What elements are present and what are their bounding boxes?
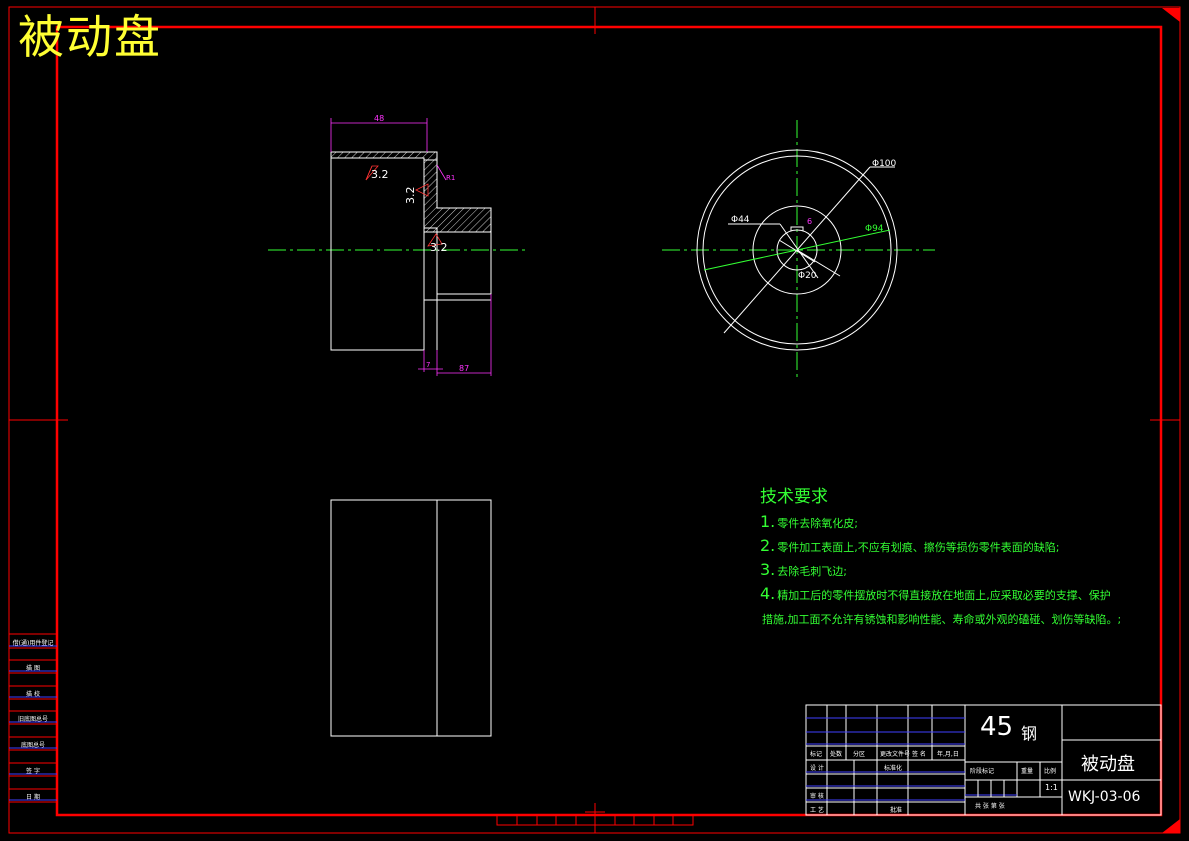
ratio-label: 比例 [1044, 768, 1057, 775]
row-label-date: 年,月,日 [937, 751, 959, 758]
section-view [268, 151, 525, 351]
process-label: 工 艺 [810, 807, 824, 814]
side-label: 描 校 [26, 691, 40, 698]
dim-d20: Φ20 [798, 271, 817, 281]
tech-requirements: 技术要求 1. 零件去除氧化皮; 2. 零件加工表面上,不应有划痕、擦伤等损伤零件表… [760, 482, 1121, 631]
roughness-2: 3.2 [404, 187, 417, 205]
side-label: 描 图 [26, 665, 40, 672]
roughness-3: 3.2 [430, 241, 448, 254]
material-unit: 钢 [1021, 724, 1038, 743]
tech-title: 技术要求 [760, 487, 828, 507]
drawing-title: 被动盘 [18, 10, 162, 64]
tech-item: 1. 零件去除氧化皮; [760, 512, 858, 531]
row-label-zone: 分区 [853, 751, 866, 758]
hatch-top [330, 151, 438, 161]
side-label: 底图总号 [20, 742, 45, 749]
corner-arrow [1162, 8, 1180, 22]
row-label-count: 处数 [830, 751, 843, 758]
corner-arrow [1162, 819, 1180, 833]
row-label-sign: 签 名 [912, 751, 926, 758]
scale-value: 1:1 [1045, 783, 1058, 792]
side-label: 签 字 [26, 768, 40, 775]
drawing-number: WKJ-03-06 [1068, 789, 1141, 805]
dim-7: 7 [426, 361, 430, 369]
side-label: 日 期 [26, 794, 40, 801]
bottom-scale [496, 803, 694, 833]
tech-item: 措施,加工面不允许有锈蚀和影响性能、寿命或外观的磕碰、划伤等缺陷。; [762, 613, 1122, 626]
part-name: 被动盘 [1081, 754, 1135, 775]
tech-item: 4. 精加工后的零件摆放时不得直接放在地面上,应采取必要的支撑、保护 [760, 584, 1111, 603]
inner-border [55, 25, 1163, 817]
dim-d100: Φ100 [872, 159, 897, 169]
row-label-change: 更改文件号 [880, 751, 911, 758]
roughness-1: 3.2 [371, 168, 389, 181]
dim-r1: R1 [446, 174, 455, 182]
outer-border [8, 6, 1181, 834]
dim-48: 48 [374, 114, 384, 123]
stage-mark-label: 阶段标记 [970, 768, 995, 775]
hatch-web [423, 159, 492, 233]
standardize-label: 标准化 [884, 765, 903, 772]
tech-item: 3. 去除毛刺飞边; [760, 560, 847, 579]
part-outline [330, 151, 492, 351]
tech-item: 2. 零件加工表面上,不应有划痕、擦伤等损伤零件表面的缺陷; [760, 536, 1060, 555]
dim-keyway: 6 [807, 217, 812, 226]
dim-d44: Φ44 [731, 215, 750, 225]
bottom-view [330, 499, 492, 737]
dim-87: 87 [459, 364, 469, 373]
design-label: 设 计 [810, 765, 824, 772]
drawing-frame [8, 6, 1181, 834]
review-label: 审 核 [810, 793, 824, 800]
material-number: 45 [980, 712, 1014, 742]
dim-d94: Φ94 [865, 224, 884, 234]
weight-label: 重量 [1021, 768, 1034, 775]
side-label: 旧底图总号 [17, 716, 48, 723]
side-label: 借(通)用件登记 [12, 640, 54, 647]
sheets-label: 共 张 第 张 [975, 803, 1005, 810]
row-label-mark: 标记 [810, 751, 823, 758]
approve-label: 批准 [890, 807, 903, 814]
